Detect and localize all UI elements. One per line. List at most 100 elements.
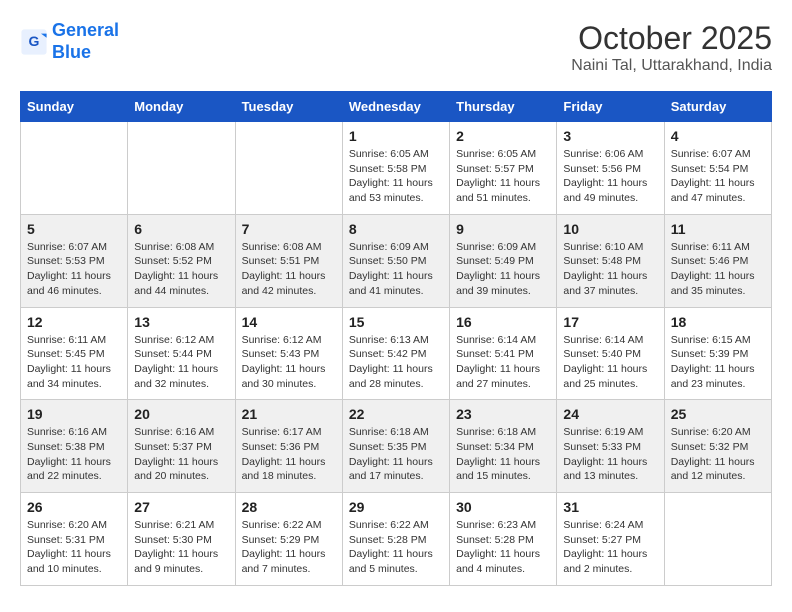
day-number: 13 [134,314,228,330]
day-number: 12 [27,314,121,330]
day-info: Sunrise: 6:19 AM Sunset: 5:33 PM Daylight:… [563,425,657,484]
day-info: Sunrise: 6:16 AMSunset: 5:38 PMDaylight:… [27,425,121,484]
day-info: Sunrise: 6:17 AMSunset: 5:36 PMDaylight:… [242,425,336,484]
title-area: October 2025 Naini Tal, Uttarakhand, Ind… [571,20,772,75]
daylight-text: Daylight: 11 hours and 37 minutes. [563,270,647,297]
day-info: Sunrise: 6:15 AMSunset: 5:39 PMDaylight:… [671,333,765,392]
day-number: 19 [27,406,121,422]
day-number: 18 [671,314,765,330]
day-info: Sunrise: 6:20 AMSunset: 5:31 PMDaylight:… [27,518,121,577]
week-row-4: 19 Sunrise: 6:16 AMSunset: 5:38 PMDayligh… [21,400,772,493]
calendar-cell: 13Sunrise: 6:12 AMSunset: 5:44 PMDayligh… [128,307,235,400]
calendar-cell [235,122,342,215]
calendar-cell [21,122,128,215]
calendar-table: SundayMondayTuesdayWednesdayThursdayFrid… [20,91,772,586]
calendar-cell: 4Sunrise: 6:07 AMSunset: 5:54 PMDaylight… [664,122,771,215]
daylight-text: Daylight: 11 hours and 20 minutes. [134,456,218,483]
calendar-cell: 7Sunrise: 6:08 AMSunset: 5:51 PMDaylight… [235,214,342,307]
calendar-cell: 26Sunrise: 6:20 AMSunset: 5:31 PMDayligh… [21,493,128,586]
calendar-cell: 24Sunrise: 6:19 AMSunset: 5:33 PMDayligh… [557,400,664,493]
sunset-text: Sunset: 5:28 PM [456,534,534,546]
sunset-text: Sunset: 5:29 PM [242,534,320,546]
sunset-text: Sunset: 5:33 PM [563,441,641,453]
calendar-header: G General Blue October 2025 Naini Tal, U… [20,20,772,75]
sunrise-text: Sunrise: 6:06 AM [563,148,643,160]
daylight-text: Daylight: 11 hours and 51 minutes. [456,177,540,204]
calendar-cell [664,493,771,586]
svg-text:G: G [29,33,40,49]
sunset-text: Sunset: 5:51 PM [242,255,320,267]
weekday-header-thursday: Thursday [450,92,557,122]
calendar-cell: 28Sunrise: 6:22 AMSunset: 5:29 PMDayligh… [235,493,342,586]
day-number: 1 [349,128,443,144]
sunrise-text: Sunrise: 6:09 AM [349,241,429,253]
sunrise-text: Sunrise: 6:19 AM [563,426,643,438]
sunset-text: Sunset: 5:30 PM [134,534,212,546]
day-info: Sunrise: 6:07 AMSunset: 5:54 PMDaylight:… [671,147,765,206]
day-number: 2 [456,128,550,144]
day-info: Sunrise: 6:11 AMSunset: 5:46 PMDaylight:… [671,240,765,299]
day-number: 21 [242,406,336,422]
calendar-cell: 3 Sunrise: 6:06 AMSunset: 5:56 PMDaylight… [557,122,664,215]
calendar-header-row: SundayMondayTuesdayWednesdayThursdayFrid… [21,92,772,122]
day-info: Sunrise: 6:06 AMSunset: 5:56 PMDaylight:… [563,147,657,206]
day-number: 3 [563,128,657,144]
sunset-text: Sunset: 5:27 PM [563,534,641,546]
sunset-text: Sunset: 5:43 PM [242,348,320,360]
sunrise-text: Sunrise: 6:17 AM [242,426,322,438]
day-number: 9 [456,221,550,237]
day-info: Sunrise: 6:18 AMSunset: 5:35 PMDaylight:… [349,425,443,484]
day-number: 16 [456,314,550,330]
sunset-text: Sunset: 5:57 PM [456,163,534,175]
daylight-text: Daylight: 11 hours and 32 minutes. [134,363,218,390]
day-number: 27 [134,499,228,515]
day-number: 7 [242,221,336,237]
sunset-text: Sunset: 5:35 PM [349,441,427,453]
daylight-text: Daylight: 11 hours and 17 minutes. [349,456,433,483]
month-title: October 2025 [571,20,772,57]
logo: G General Blue [20,20,119,63]
sunrise-text: Sunrise: 6:13 AM [349,334,429,346]
daylight-text: Daylight: 11 hours and 23 minutes. [671,363,755,390]
calendar-cell: 25Sunrise: 6:20 AMSunset: 5:32 PMDayligh… [664,400,771,493]
day-info: Sunrise: 6:13 AMSunset: 5:42 PMDaylight:… [349,333,443,392]
daylight-text: Daylight: 11 hours and 10 minutes. [27,548,111,575]
day-number: 23 [456,406,550,422]
sunset-text: Sunset: 5:45 PM [27,348,105,360]
daylight-text: Daylight: 11 hours and 2 minutes. [563,548,647,575]
day-info: Sunrise: 6:12 AMSunset: 5:43 PMDaylight:… [242,333,336,392]
weekday-header-saturday: Saturday [664,92,771,122]
daylight-text: Daylight: 11 hours and 42 minutes. [242,270,326,297]
weekday-header-friday: Friday [557,92,664,122]
day-info: Sunrise: 6:14 AMSunset: 5:41 PMDaylight:… [456,333,550,392]
daylight-text: Daylight: 11 hours and 27 minutes. [456,363,540,390]
calendar-cell: 17Sunrise: 6:14 AMSunset: 5:40 PMDayligh… [557,307,664,400]
day-number: 11 [671,221,765,237]
daylight-text: Daylight: 11 hours and 4 minutes. [456,548,540,575]
sunset-text: Sunset: 5:41 PM [456,348,534,360]
daylight-text: Daylight: 11 hours and 28 minutes. [349,363,433,390]
daylight-text: Daylight: 11 hours and 13 minutes. [563,456,647,483]
calendar-cell: 8Sunrise: 6:09 AMSunset: 5:50 PMDaylight… [342,214,449,307]
week-row-2: 5Sunrise: 6:07 AMSunset: 5:53 PMDaylight… [21,214,772,307]
sunset-text: Sunset: 5:32 PM [671,441,749,453]
day-number: 25 [671,406,765,422]
sunrise-text: Sunrise: 6:16 AM [134,426,214,438]
day-number: 20 [134,406,228,422]
daylight-text: Daylight: 11 hours and 53 minutes. [349,177,433,204]
sunset-text: Sunset: 5:54 PM [671,163,749,175]
sunset-text: Sunset: 5:28 PM [349,534,427,546]
day-number: 28 [242,499,336,515]
daylight-text: Daylight: 11 hours and 49 minutes. [563,177,647,204]
calendar-cell: 11 Sunrise: 6:11 AMSunset: 5:46 PMDayligh… [664,214,771,307]
sunrise-text: Sunrise: 6:05 AM [349,148,429,160]
daylight-text: Daylight: 11 hours and 34 minutes. [27,363,111,390]
calendar-cell: 14Sunrise: 6:12 AMSunset: 5:43 PMDayligh… [235,307,342,400]
sunrise-text: Sunrise: 6:10 AM [563,241,643,253]
day-info: Sunrise: 6:05 AMSunset: 5:58 PMDaylight:… [349,147,443,206]
sunset-text: Sunset: 5:44 PM [134,348,212,360]
weekday-header-sunday: Sunday [21,92,128,122]
day-number: 29 [349,499,443,515]
day-info: Sunrise: 6:24 AMSunset: 5:27 PMDaylight:… [563,518,657,577]
day-info: Sunrise: 6:09 AMSunset: 5:49 PMDaylight:… [456,240,550,299]
